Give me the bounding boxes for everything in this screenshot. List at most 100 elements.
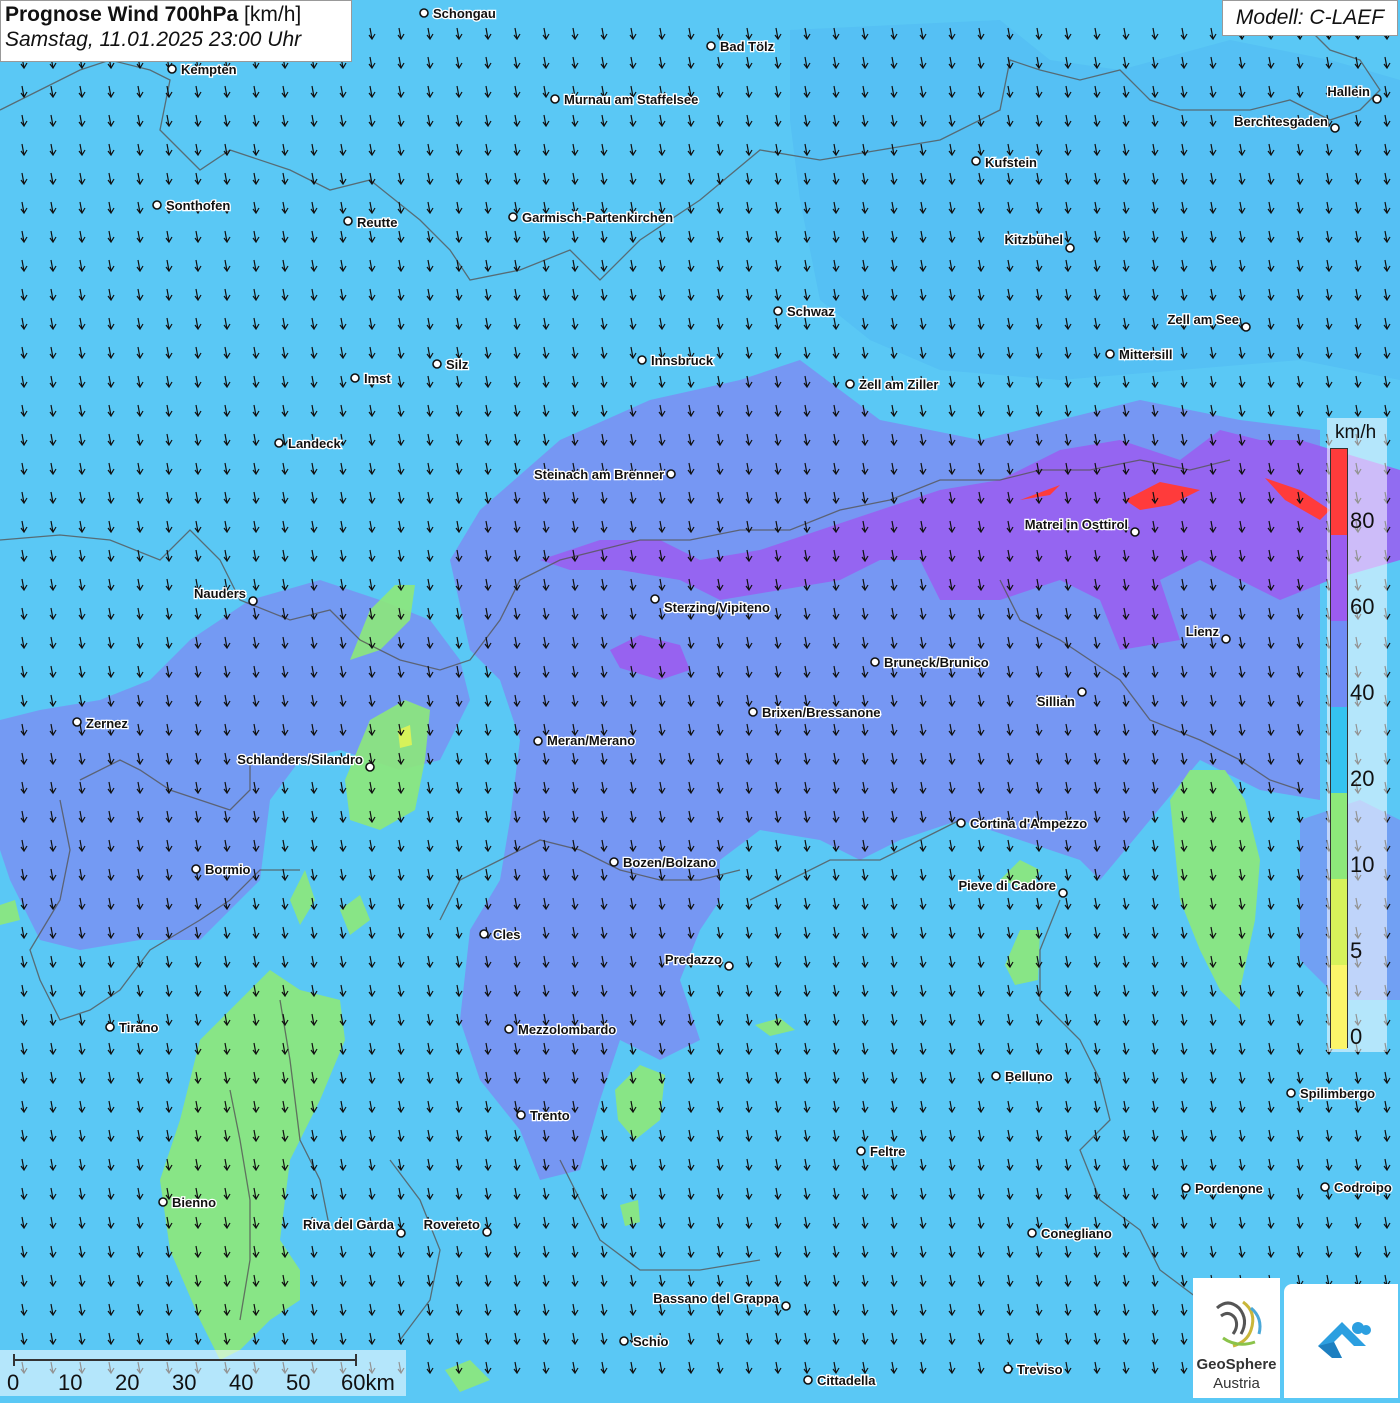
city-label: Matrei in Osttirol: [1025, 517, 1128, 532]
map-title-box: Prognose Wind 700hPa [km/h] Samstag, 11.…: [0, 0, 352, 62]
legend-seg-60: [1331, 535, 1347, 621]
city-label: Schio: [633, 1334, 668, 1349]
city-dot: [637, 355, 647, 365]
legend-seg-40: [1331, 621, 1347, 707]
city-label: Bassano del Grappa: [653, 1291, 779, 1306]
city-dot: [781, 1301, 791, 1311]
city-dot: [1241, 322, 1251, 332]
city-dot: [609, 857, 619, 867]
city-dot: [274, 438, 284, 448]
map-title-bold: Prognose Wind 700hPa: [5, 3, 239, 26]
scale-label-50: 50: [286, 1370, 311, 1395]
city-label: Bad Tölz: [720, 39, 775, 54]
city-dot: [650, 594, 660, 604]
city-label: Kempten: [181, 62, 237, 77]
city-label: Schwaz: [787, 304, 835, 319]
geosphere-mark-icon: [1215, 1300, 1262, 1348]
logo-text-line2: Austria: [1213, 1375, 1260, 1392]
map-title: Prognose Wind 700hPa [km/h]: [5, 3, 347, 27]
city-label: Belluno: [1005, 1069, 1053, 1084]
city-label: Zernez: [86, 716, 128, 731]
city-label: Landeck: [288, 436, 342, 451]
city-dot: [479, 929, 489, 939]
map-datetime: Samstag, 11.01.2025 23:00 Uhr: [5, 28, 302, 51]
city-dot: [550, 94, 560, 104]
city-label: Zell am Ziller: [859, 377, 938, 392]
city-dot: [1027, 1228, 1037, 1238]
city-label: Kitzbühel: [1005, 232, 1064, 247]
city-dot: [1330, 123, 1340, 133]
legend-unit: km/h: [1335, 422, 1377, 443]
city-dot: [248, 596, 258, 606]
city-dot: [619, 1336, 629, 1346]
city-dot: [666, 469, 676, 479]
city-dot: [167, 64, 177, 74]
city-dot: [482, 1227, 492, 1237]
city-dot: [870, 657, 880, 667]
city-dot: [1130, 527, 1140, 537]
city-dot: [343, 216, 353, 226]
city-label: Imst: [364, 371, 391, 386]
city-dot: [105, 1022, 115, 1032]
city-label: Codroipo: [1334, 1180, 1392, 1195]
city-dot: [516, 1110, 526, 1120]
city-label: Schongau: [433, 6, 496, 21]
legend-tick-5: 5: [1350, 938, 1363, 963]
city-dot: [845, 379, 855, 389]
city-dot: [773, 306, 783, 316]
city-label: Hallein: [1327, 84, 1370, 99]
city-dot: [152, 200, 162, 210]
city-dot: [1286, 1088, 1296, 1098]
city-label: Rovereto: [424, 1217, 480, 1232]
scale-label-30: 30: [172, 1370, 197, 1395]
city-label: Berchtesgaden: [1234, 114, 1328, 129]
scale-bar: 0 10 20 30 40 50 60km: [0, 1350, 406, 1396]
city-label: Trento: [530, 1108, 570, 1123]
city-dot: [1105, 349, 1115, 359]
city-dot: [508, 212, 518, 222]
city-dot: [72, 717, 82, 727]
scale-label-10: 10: [58, 1370, 83, 1395]
city-label: Bruneck/Brunico: [884, 655, 989, 670]
geosphere-logo[interactable]: GeoSphere Austria: [1193, 1278, 1280, 1398]
app-mountain-icon: [1318, 1322, 1371, 1358]
city-label: Reutte: [357, 215, 397, 230]
city-label: Lienz: [1186, 624, 1220, 639]
city-label: Pordenone: [1195, 1181, 1263, 1196]
city-dot: [706, 41, 716, 51]
city-label: Bormio: [205, 862, 251, 877]
city-label: Bozen/Bolzano: [623, 855, 716, 870]
legend-seg-5: [1331, 879, 1347, 965]
city-dot: [396, 1228, 406, 1238]
city-dot: [1065, 243, 1075, 253]
legend-seg-10: [1331, 793, 1347, 879]
city-dot: [419, 8, 429, 18]
wind-map[interactable]: Schongau Bad Tölz Kempten Murnau am Staffel…: [0, 0, 1400, 1400]
city-label: Schlanders/Silandro: [237, 752, 363, 767]
city-dot: [1221, 634, 1231, 644]
city-dot: [971, 156, 981, 166]
city-label: Brixen/Bressanone: [762, 705, 881, 720]
city-label: Tirano: [119, 1020, 159, 1035]
city-label: Innsbruck: [651, 353, 714, 368]
map-title-unit: [km/h]: [244, 3, 302, 26]
scale-label-0: 0: [7, 1370, 20, 1395]
legend-tick-60: 60: [1350, 594, 1375, 619]
legend-seg-80: [1331, 449, 1347, 535]
legend-tick-20: 20: [1350, 766, 1375, 791]
city-dot: [158, 1197, 168, 1207]
city-label: Meran/Merano: [547, 733, 635, 748]
city-label: Spilimbergo: [1300, 1086, 1375, 1101]
city-label: Garmisch-Partenkirchen: [522, 210, 673, 225]
city-dot: [1058, 888, 1068, 898]
city-dot: [365, 762, 375, 772]
city-dot: [991, 1071, 1001, 1081]
city-dot: [350, 373, 360, 383]
legend-tick-0: 0: [1350, 1024, 1363, 1049]
legend-color-bar: [1330, 448, 1348, 1049]
city-label: Zell am See: [1167, 312, 1239, 327]
city-label: Bienno: [172, 1195, 216, 1210]
city-label: Cittadella: [817, 1373, 876, 1388]
app-logo[interactable]: [1284, 1284, 1398, 1398]
city-label: Sterzing/Vipiteno: [664, 600, 770, 615]
